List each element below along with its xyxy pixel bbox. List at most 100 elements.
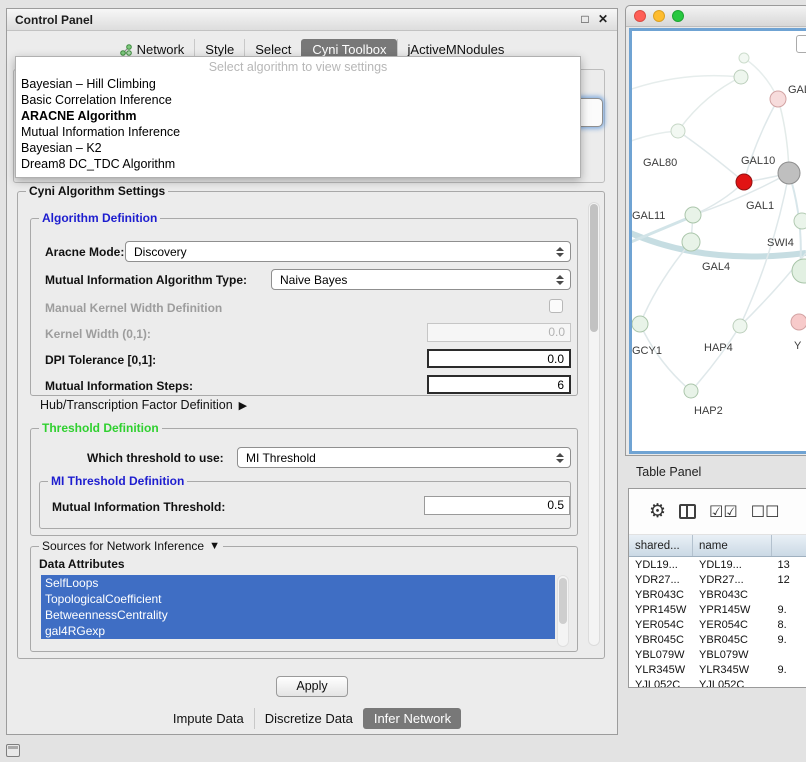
- panel-collapse-icon[interactable]: [6, 744, 20, 757]
- network-node-label: GAL80: [643, 157, 677, 169]
- table-cell: 9.: [772, 634, 806, 646]
- mi-steps-field[interactable]: 6: [427, 375, 571, 394]
- table-cell: YBL079W: [693, 649, 772, 661]
- combo-arrows-icon: [553, 247, 567, 257]
- tab-label: Network: [137, 42, 185, 57]
- algorithm-option-bayesian-k2[interactable]: Bayesian – K2: [16, 140, 580, 156]
- control-panel-titlebar[interactable]: Control Panel □ ✕: [7, 9, 617, 31]
- network-node[interactable]: [682, 233, 700, 251]
- mi-type-select[interactable]: Naive Bayes: [271, 269, 571, 290]
- column-header[interactable]: [772, 535, 806, 556]
- network-tool-fragment[interactable]: [796, 35, 806, 53]
- window-title: Control Panel: [15, 13, 93, 27]
- algorithm-option-bayesian-hill-climbing[interactable]: Bayesian – Hill Climbing: [16, 76, 580, 92]
- restore-window-icon[interactable]: □: [577, 12, 593, 26]
- table-row[interactable]: YBR045CYBR045C9.: [629, 632, 806, 647]
- network-node[interactable]: [778, 162, 800, 184]
- close-window-icon[interactable]: ✕: [595, 12, 611, 26]
- attribute-item-topologicalcoefficient[interactable]: TopologicalCoefficient: [41, 591, 555, 607]
- network-node[interactable]: [794, 213, 806, 229]
- apply-button[interactable]: Apply: [276, 676, 348, 697]
- network-edge[interactable]: [691, 326, 740, 391]
- table-row[interactable]: YJL052CYJL052C: [629, 677, 806, 687]
- table-row[interactable]: YBR043CYBR043C: [629, 587, 806, 602]
- attribute-list-scrollbar[interactable]: [557, 575, 569, 647]
- table-row[interactable]: YDL19...YDL19...13: [629, 557, 806, 572]
- network-canvas-svg[interactable]: GAL80GAL10GALGAL11GAL1SWI4GAL4GCY1HAP4YH…: [632, 31, 806, 454]
- network-node[interactable]: [632, 316, 648, 332]
- network-node[interactable]: [685, 207, 701, 223]
- network-edge[interactable]: [740, 173, 789, 326]
- table-row[interactable]: YDR27...YDR27...12: [629, 572, 806, 587]
- kernel-width-field[interactable]: 0.0: [427, 323, 571, 342]
- network-edge[interactable]: [678, 77, 741, 131]
- aracne-mode-label: Aracne Mode:: [45, 245, 124, 259]
- select-all-columns-icon[interactable]: ☑☑: [709, 504, 738, 520]
- network-node[interactable]: [671, 124, 685, 138]
- network-node-label: GCY1: [632, 345, 662, 357]
- mac-zoom-icon[interactable]: [672, 10, 684, 22]
- network-edge[interactable]: [640, 324, 691, 391]
- algorithm-option-aracne-algorithm[interactable]: ARACNE Algorithm: [16, 108, 580, 124]
- network-edge[interactable]: [640, 242, 691, 324]
- attribute-item-gal4rgexp[interactable]: gal4RGexp: [41, 623, 555, 639]
- network-node[interactable]: [770, 91, 786, 107]
- table-panel-window: ⚙ ☑☑ ☐☐ shared...name YDL19...YDL19...13…: [628, 488, 806, 688]
- network-node[interactable]: [733, 319, 747, 333]
- network-edge[interactable]: [678, 131, 744, 182]
- table-row[interactable]: YBL079WYBL079W: [629, 647, 806, 662]
- network-edge[interactable]: [632, 76, 741, 91]
- unselect-all-columns-icon[interactable]: ☐☐: [751, 504, 780, 520]
- bottom-tab-discretize-data[interactable]: Discretize Data: [254, 708, 363, 729]
- table-cell: YBR045C: [693, 634, 772, 646]
- network-node[interactable]: [734, 70, 748, 84]
- mac-minimize-icon[interactable]: [653, 10, 665, 22]
- table-row[interactable]: YPR145WYPR145W9.: [629, 602, 806, 617]
- scrollbar-thumb[interactable]: [590, 204, 598, 332]
- which-threshold-select[interactable]: MI Threshold: [237, 447, 571, 468]
- sources-group-title[interactable]: Sources for Network Inference ▼: [39, 539, 223, 553]
- algorithm-option-basic-correlation-inference[interactable]: Basic Correlation Inference: [16, 92, 580, 108]
- table-row[interactable]: YLR345WYLR345W9.: [629, 662, 806, 677]
- network-canvas[interactable]: GAL80GAL10GALGAL11GAL1SWI4GAL4GCY1HAP4YH…: [629, 28, 806, 454]
- network-node[interactable]: [736, 174, 752, 190]
- which-threshold-label: Which threshold to use:: [87, 451, 224, 465]
- bottom-tab-infer-network[interactable]: Infer Network: [363, 708, 461, 729]
- algorithm-option-mutual-information-inference[interactable]: Mutual Information Inference: [16, 124, 580, 140]
- settings-scrollbar[interactable]: [588, 202, 600, 646]
- network-node[interactable]: [791, 314, 806, 330]
- algorithm-option-dream8-dc-tdc-algorithm[interactable]: Dream8 DC_TDC Algorithm: [16, 156, 580, 172]
- dpi-tolerance-field[interactable]: 0.0: [427, 349, 571, 368]
- network-window-titlebar[interactable]: [626, 6, 806, 27]
- settings-group-title: Cyni Algorithm Settings: [26, 184, 168, 198]
- attribute-item-betweennesscentrality[interactable]: BetweennessCentrality: [41, 607, 555, 623]
- column-header[interactable]: name: [693, 535, 772, 556]
- table-row[interactable]: YER054CYER054C8.: [629, 617, 806, 632]
- network-edge[interactable]: [744, 99, 778, 182]
- hub-definition-toggle[interactable]: Hub/Transcription Factor Definition ▶: [40, 398, 247, 412]
- cyni-settings-group: Cyni Algorithm Settings Algorithm Defini…: [17, 191, 605, 659]
- combo-arrows-icon: [553, 275, 567, 285]
- tab-label: Cyni Toolbox: [312, 42, 386, 57]
- table-cell: YDR27...: [629, 574, 693, 586]
- sources-title-label: Sources for Network Inference: [42, 539, 204, 553]
- collapsed-arrow-icon: ▶: [239, 399, 247, 412]
- attribute-list-items: SelfLoopsTopologicalCoefficientBetweenne…: [41, 575, 555, 647]
- network-node[interactable]: [792, 259, 806, 283]
- scrollbar-thumb[interactable]: [559, 578, 567, 624]
- columns-icon[interactable]: [679, 504, 696, 519]
- manual-kernel-checkbox[interactable]: [549, 299, 563, 313]
- attribute-item-selfloops[interactable]: SelfLoops: [41, 575, 555, 591]
- network-node-label: GAL11: [632, 210, 665, 222]
- aracne-mode-select[interactable]: Discovery: [125, 241, 571, 262]
- mi-type-label: Mutual Information Algorithm Type:: [45, 273, 247, 287]
- attribute-list: SelfLoopsTopologicalCoefficientBetweenne…: [41, 575, 569, 647]
- network-node[interactable]: [739, 53, 749, 63]
- tab-label: Style: [205, 42, 234, 57]
- column-header[interactable]: shared...: [629, 535, 693, 556]
- bottom-tab-impute-data[interactable]: Impute Data: [163, 708, 254, 729]
- mac-close-icon[interactable]: [634, 10, 646, 22]
- gear-icon[interactable]: ⚙: [649, 502, 666, 521]
- network-node[interactable]: [684, 384, 698, 398]
- mi-threshold-field[interactable]: 0.5: [424, 496, 570, 515]
